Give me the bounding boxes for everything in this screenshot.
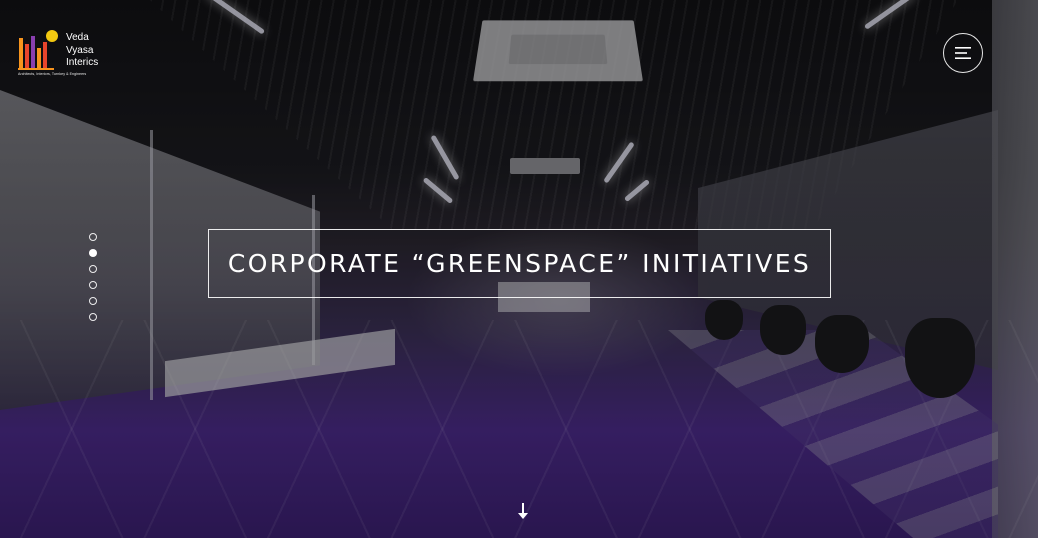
logo-mark-icon xyxy=(18,30,58,70)
hamburger-menu-icon xyxy=(955,47,971,59)
arrow-down-icon xyxy=(518,503,528,519)
slider-dot-1[interactable] xyxy=(89,233,97,241)
brand-name-line2: Vyasa xyxy=(66,44,94,56)
hero-headline-box: CORPORATE “GREENSPACE” INITIATIVES xyxy=(208,229,831,298)
brand-logo[interactable]: Veda Vyasa Interics Architects, Interior… xyxy=(18,26,108,82)
brand-tagline: Architects, Interiors, Turnkey & Enginee… xyxy=(18,72,87,76)
menu-button[interactable] xyxy=(943,33,983,73)
slider-dot-3[interactable] xyxy=(89,265,97,273)
brand-name-line3: Interics xyxy=(66,57,99,68)
brand-name-line1: Veda xyxy=(66,32,89,43)
hero-headline: CORPORATE “GREENSPACE” INITIATIVES xyxy=(227,249,812,278)
slider-pagination xyxy=(89,233,97,329)
scroll-down-button[interactable] xyxy=(515,500,531,522)
slider-dot-4[interactable] xyxy=(89,281,97,289)
brand-name: Veda Vyasa Interics xyxy=(66,32,98,70)
slider-dot-6[interactable] xyxy=(89,313,97,321)
slider-dot-5[interactable] xyxy=(89,297,97,305)
slider-dot-2[interactable] xyxy=(89,249,97,257)
